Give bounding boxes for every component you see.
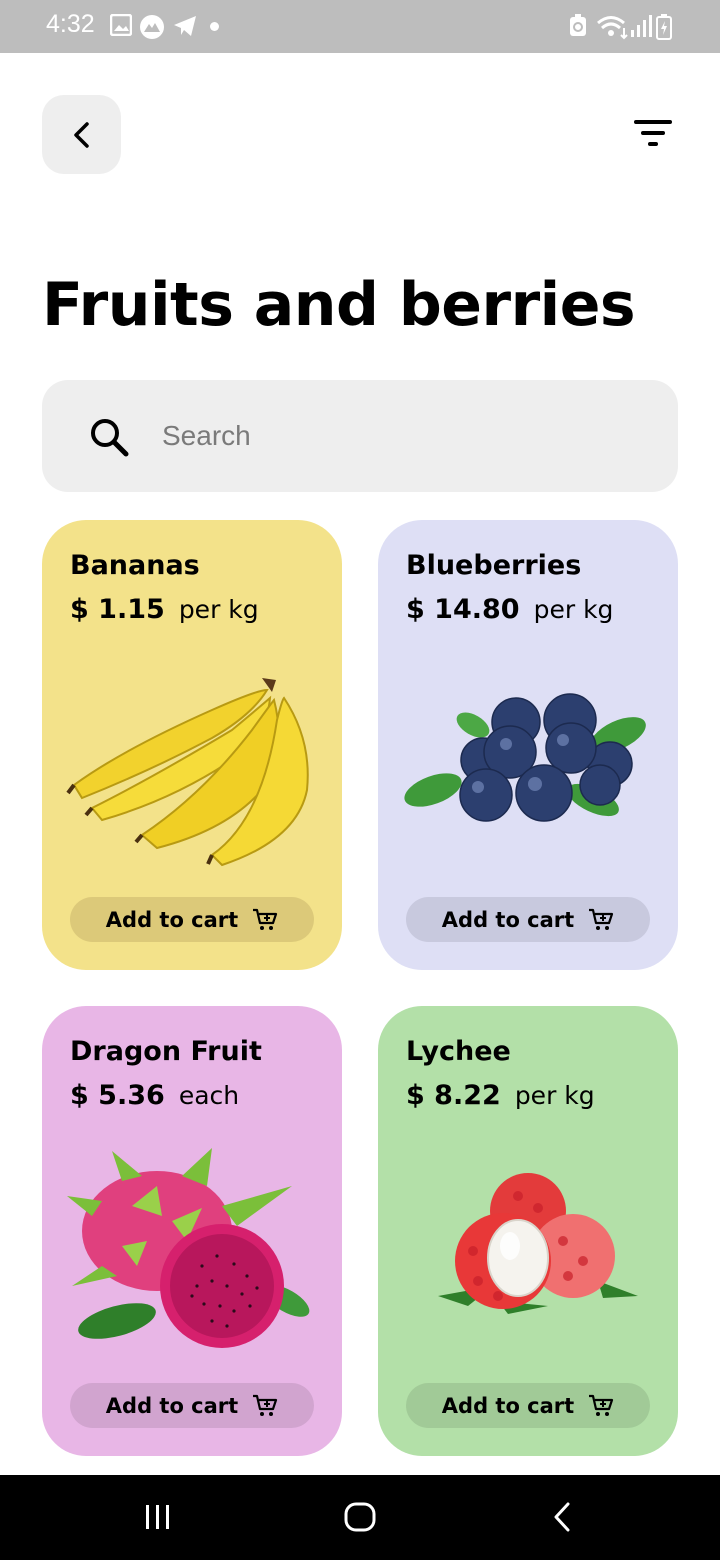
price-value: $ 8.22 bbox=[406, 1080, 501, 1111]
product-card-dragon-fruit[interactable]: Dragon Fruit $ 5.36 each Add to cart bbox=[42, 1006, 342, 1456]
add-to-cart-label: Add to cart bbox=[105, 907, 239, 932]
signal-icon bbox=[631, 15, 652, 37]
blueberries-image bbox=[404, 693, 646, 822]
product-name: Lychee bbox=[406, 1036, 511, 1067]
price-value: $ 5.36 bbox=[70, 1080, 165, 1111]
battery-charging-icon bbox=[656, 14, 672, 40]
add-to-cart-label: Add to cart bbox=[441, 907, 575, 932]
product-name: Dragon Fruit bbox=[70, 1036, 262, 1067]
recent-apps-button[interactable] bbox=[128, 1495, 188, 1539]
cart-icon bbox=[253, 908, 278, 930]
status-bar: 4:32 bbox=[0, 0, 720, 53]
system-navigation-bar bbox=[0, 1475, 720, 1560]
recent-apps-icon bbox=[146, 1505, 169, 1529]
cart-icon bbox=[253, 1394, 278, 1416]
add-to-cart-button[interactable]: Add to cart bbox=[406, 1383, 650, 1428]
cart-icon bbox=[589, 908, 614, 930]
back-button[interactable] bbox=[42, 95, 121, 174]
price-unit: per kg bbox=[533, 595, 614, 624]
add-to-cart-button[interactable]: Add to cart bbox=[70, 897, 314, 942]
price-unit: each bbox=[178, 1081, 240, 1110]
nav-back-icon bbox=[554, 1502, 570, 1532]
cart-icon bbox=[589, 1394, 614, 1416]
product-price: $ 1.15 per kg bbox=[70, 594, 259, 625]
notification-dot bbox=[210, 22, 219, 31]
price-value: $ 14.80 bbox=[406, 594, 520, 625]
price-value: $ 1.15 bbox=[70, 594, 165, 625]
product-price: $ 14.80 per kg bbox=[406, 594, 613, 625]
product-name: Bananas bbox=[70, 550, 200, 581]
add-to-cart-label: Add to cart bbox=[441, 1393, 575, 1418]
dragon-fruit-image bbox=[67, 1148, 310, 1348]
page-title: Fruits and berries bbox=[42, 270, 636, 340]
home-button[interactable] bbox=[330, 1495, 390, 1539]
wifi-icon bbox=[597, 16, 628, 40]
product-price: $ 5.36 each bbox=[70, 1080, 239, 1111]
product-card-bananas[interactable]: Bananas $ 1.15 per kg Add to cart bbox=[42, 520, 342, 970]
nav-back-button[interactable] bbox=[532, 1495, 592, 1539]
status-time: 4:32 bbox=[46, 10, 95, 38]
gallery-icon bbox=[110, 14, 132, 36]
back-chevron-icon bbox=[73, 121, 89, 148]
lychee-image bbox=[438, 1173, 638, 1314]
product-name: Blueberries bbox=[406, 550, 582, 581]
add-to-cart-button[interactable]: Add to cart bbox=[70, 1383, 314, 1428]
home-icon bbox=[344, 1502, 376, 1532]
app-notification-icon bbox=[140, 15, 164, 39]
bananas-image bbox=[66, 678, 309, 867]
product-card-blueberries[interactable]: Blueberries $ 14.80 per kg Add to cart bbox=[378, 520, 678, 970]
search-input[interactable] bbox=[162, 412, 642, 460]
search-icon[interactable] bbox=[88, 416, 132, 460]
price-unit: per kg bbox=[178, 595, 259, 624]
telegram-icon bbox=[174, 16, 196, 36]
filter-button[interactable] bbox=[628, 112, 680, 156]
add-to-cart-label: Add to cart bbox=[105, 1393, 239, 1418]
add-to-cart-button[interactable]: Add to cart bbox=[406, 897, 650, 942]
product-price: $ 8.22 per kg bbox=[406, 1080, 595, 1111]
product-card-lychee[interactable]: Lychee $ 8.22 per kg Add to cart bbox=[378, 1006, 678, 1456]
filter-icon bbox=[634, 120, 672, 146]
price-unit: per kg bbox=[514, 1081, 595, 1110]
battery-saver-icon bbox=[570, 14, 586, 36]
